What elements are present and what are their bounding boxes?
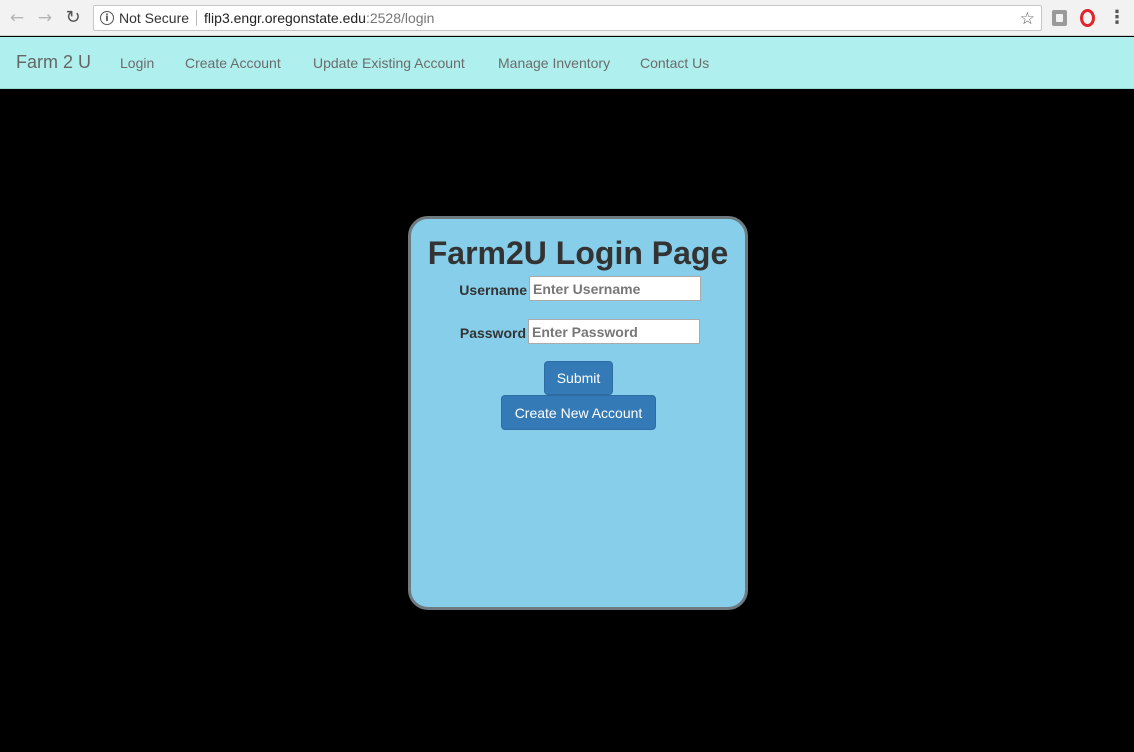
extension-icon[interactable] [1052,10,1067,26]
security-label[interactable]: Not Secure [119,10,189,26]
nav-link-login[interactable]: Login [120,55,154,71]
bookmark-star-icon[interactable]: ☆ [1020,9,1035,29]
nav-link-contact-us[interactable]: Contact Us [640,55,709,71]
url-path[interactable]: :2528/login [366,10,435,26]
nav-link-create-account[interactable]: Create Account [185,55,281,71]
address-bar[interactable]: i Not Secure flip3.engr.oregonstate.edu:… [93,5,1042,31]
password-label: Password [459,325,526,341]
back-arrow-icon[interactable]: ← [7,8,27,28]
browser-toolbar: ← → ↻ i Not Secure flip3.engr.oregonstat… [0,0,1134,36]
username-input[interactable] [529,276,701,301]
nav-link-manage-inventory[interactable]: Manage Inventory [498,55,610,71]
brand-link[interactable]: Farm 2 U [16,52,91,73]
site-navbar: Farm 2 U Login Create Account Update Exi… [0,37,1134,89]
opera-extension-icon[interactable] [1080,9,1095,27]
browser-menu-icon[interactable]: ⋮ [1108,7,1126,29]
create-new-account-button[interactable]: Create New Account [501,395,656,430]
info-icon[interactable]: i [100,11,114,25]
page-title: Farm2U Login Page [427,235,729,271]
username-label: Username [459,282,527,298]
submit-button[interactable]: Submit [544,361,613,395]
url-host[interactable]: flip3.engr.oregonstate.edu [204,10,366,26]
nav-link-update-account[interactable]: Update Existing Account [313,55,465,71]
login-card: Farm2U Login Page Username Password Subm… [408,216,748,610]
password-input[interactable] [528,319,700,344]
reload-icon[interactable]: ↻ [63,8,83,28]
address-separator [196,10,198,26]
forward-arrow-icon[interactable]: → [35,8,55,28]
